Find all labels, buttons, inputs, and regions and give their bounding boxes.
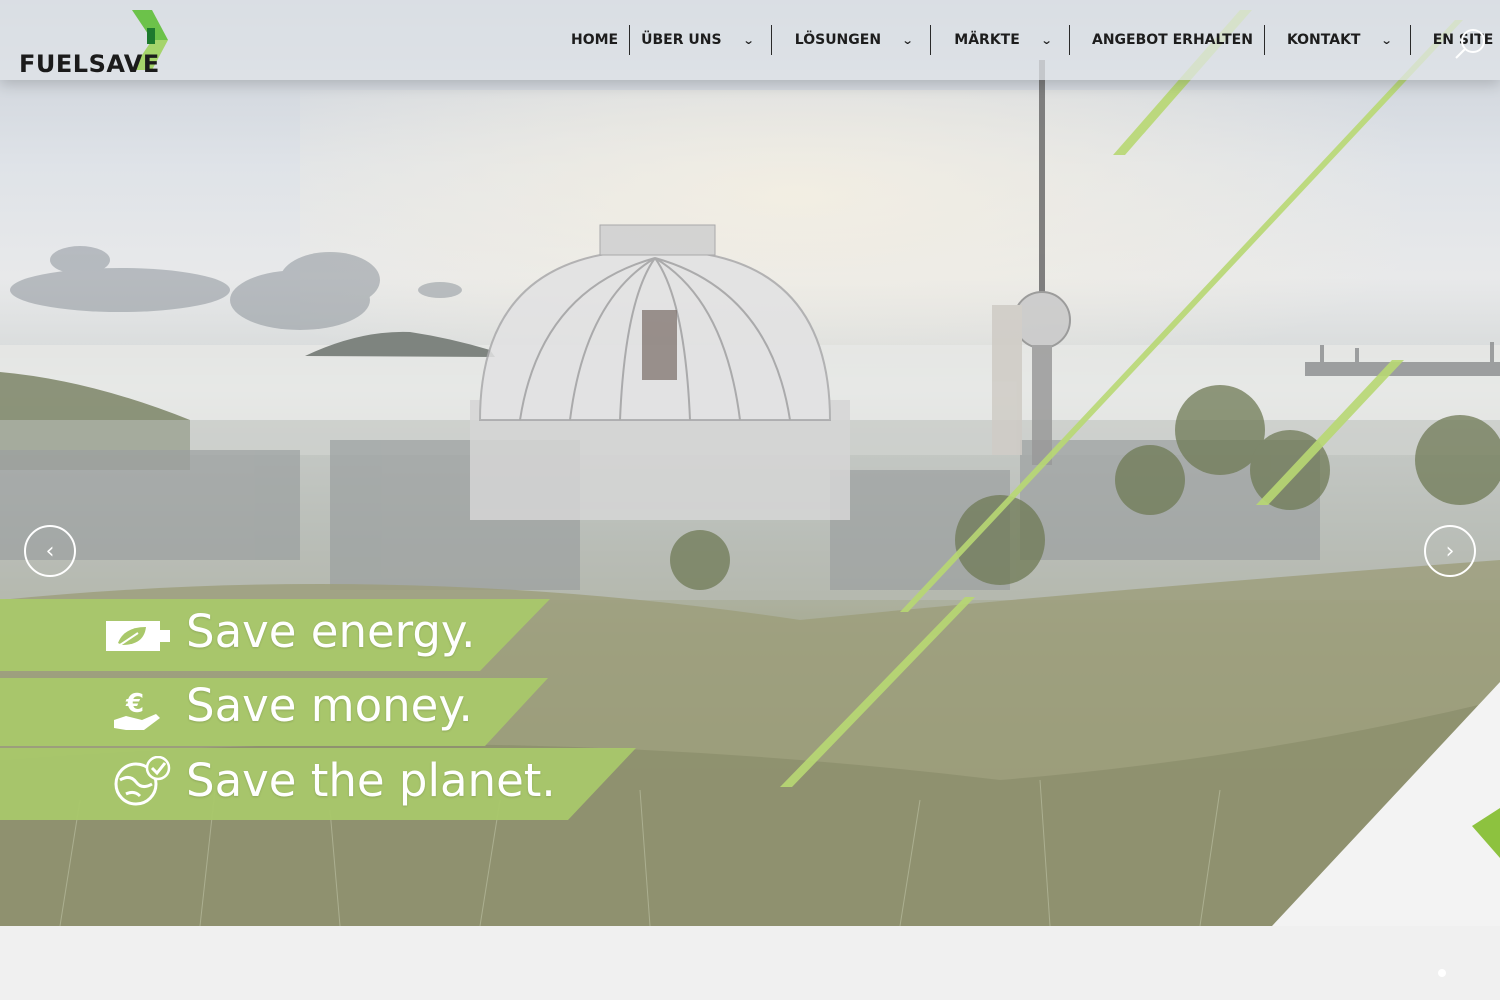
slogan-text: Save money. (186, 679, 473, 732)
slider-prev-button[interactable]: ‹ (24, 525, 76, 577)
slogan-banner-money: € Save money. (0, 676, 548, 748)
nav-item-ueber-uns[interactable]: ÜBER UNS ⌄ (630, 25, 771, 55)
nav-item-angebot-erhalten[interactable]: ANGEBOT ERHALTEN (1070, 25, 1264, 55)
chevron-down-icon: ⌄ (1381, 33, 1394, 47)
energy-plug-icon (106, 621, 170, 651)
nav-item-maerkte[interactable]: MÄRKTE ⌄ (931, 25, 1069, 55)
chevron-right-icon: › (1445, 538, 1455, 564)
nav-label: LÖSUNGEN (794, 32, 882, 48)
search-icon (1455, 29, 1485, 59)
slider-indicator-dot[interactable] (1438, 969, 1446, 977)
logo-wordmark: FUELSAVE (19, 50, 160, 78)
chevron-down-icon: ⌄ (901, 33, 914, 47)
nav-item-kontakt[interactable]: KONTAKT ⌄ (1265, 25, 1410, 55)
nav-label: KONTAKT (1286, 32, 1361, 48)
nav-label: MÄRKTE (954, 32, 1020, 48)
chevron-left-icon: ‹ (45, 538, 55, 564)
nav-label: ANGEBOT ERHALTEN (1092, 32, 1253, 48)
nav-label: ÜBER UNS (641, 32, 722, 48)
svg-text:€: € (125, 689, 144, 719)
search-button[interactable] (1453, 26, 1489, 62)
nav-item-loesungen[interactable]: LÖSUNGEN ⌄ (772, 25, 930, 55)
slogan-banner-planet: Save the planet. (0, 748, 636, 820)
content-area-start (0, 926, 1500, 1000)
fuelsave-logo[interactable]: FUELSAVE (18, 10, 178, 78)
nav-item-home[interactable]: HOME (560, 25, 629, 55)
globe-check-icon (114, 756, 171, 806)
chevron-down-icon: ⌄ (742, 33, 755, 47)
slogan-text: Save the planet. (186, 754, 556, 807)
slogan-text: Save energy. (186, 605, 476, 658)
nav-label: HOME (571, 32, 619, 48)
main-navigation: HOME ÜBER UNS ⌄ LÖSUNGEN ⌄ MÄRKTE ⌄ ANGE… (560, 25, 1500, 55)
chevron-down-icon: ⌄ (1040, 33, 1053, 47)
slogan-banner-energy: Save energy. (0, 599, 550, 671)
euro-hand-icon: € (114, 689, 160, 730)
slider-next-button[interactable]: › (1424, 525, 1476, 577)
site-header: FUELSAVE HOME ÜBER UNS ⌄ LÖSUNGEN ⌄ MÄRK… (0, 0, 1500, 80)
